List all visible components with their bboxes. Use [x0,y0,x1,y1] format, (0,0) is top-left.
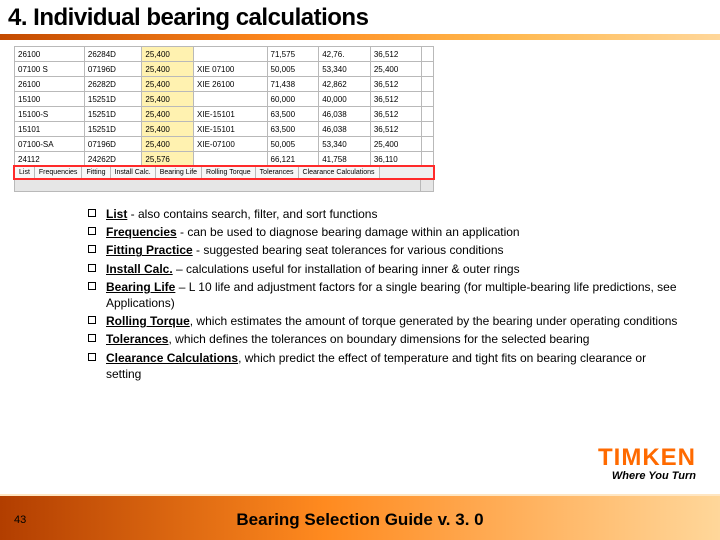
bullet-item: Tolerances, which defines the tolerances… [88,331,680,347]
title-bar: 4. Individual bearing calculations [0,0,720,32]
table-cell [422,62,434,77]
table-cell: 25,400 [370,62,422,77]
title-underline [0,34,720,40]
table-cell: 66,121 [267,152,319,167]
bullet-item: List - also contains search, filter, and… [88,206,680,222]
table-cell: 40,000 [319,92,371,107]
table-cell: 36,110 [370,152,422,167]
table-cell: 26282D [84,77,141,92]
tab[interactable]: Clearance Calculations [299,167,380,178]
table-cell: 26100 [15,77,85,92]
table-cell: 24262D [84,152,141,167]
table-cell: XIE-15101 [194,122,268,137]
table-cell: 26284D [84,47,141,62]
tab[interactable]: Install Calc. [111,167,156,178]
footer-title: Bearing Selection Guide v. 3. 0 [0,510,720,530]
table-cell: 15100-S [15,107,85,122]
table-cell: 15101 [15,122,85,137]
slide-title: 4. Individual bearing calculations [8,4,712,32]
table-cell: 50,005 [267,62,319,77]
table-cell: 36,512 [370,77,422,92]
table-cell [194,92,268,107]
table-cell: 60,000 [267,92,319,107]
table-cell: 25,400 [142,107,194,122]
table-cell [422,77,434,92]
table-cell: 71,575 [267,47,319,62]
table-cell: 25,400 [142,62,194,77]
table-cell: 46,038 [319,107,371,122]
table-cell [422,152,434,167]
scrollbar-stub [14,179,434,192]
bullet-item: Clearance Calculations, which predict th… [88,350,680,382]
brand-tagline: Where You Turn [598,470,696,482]
table-cell [422,107,434,122]
table-cell: 25,400 [142,47,194,62]
bullet-list: List - also contains search, filter, and… [88,206,680,382]
table-cell [422,92,434,107]
bullet-item: Fitting Practice - suggested bearing sea… [88,242,680,258]
tab[interactable]: Fitting [82,167,110,178]
table-cell: 50,005 [267,137,319,152]
table-cell: 25,400 [142,122,194,137]
table-cell: 53,340 [319,137,371,152]
table-cell: XIE 07100 [194,62,268,77]
table-cell: 36,512 [370,107,422,122]
table-cell: 07100-SA [15,137,85,152]
table-cell: 15251D [84,92,141,107]
bullet-item: Bearing Life – L 10 life and adjustment … [88,279,680,311]
table-cell: 24112 [15,152,85,167]
tabs-row: ListFrequenciesFittingInstall Calc.Beari… [14,167,434,179]
table-cell [194,152,268,167]
tab[interactable]: List [15,167,35,178]
table-cell: 53,340 [319,62,371,77]
table-cell: 07196D [84,62,141,77]
table-cell: 36,512 [370,122,422,137]
table-cell: XIE 26100 [194,77,268,92]
tab[interactable]: Frequencies [35,167,83,178]
table-cell: 25,576 [142,152,194,167]
table-cell: 15251D [84,122,141,137]
table-cell: 07100 S [15,62,85,77]
table-cell: XIE-07100 [194,137,268,152]
bullet-item: Frequencies - can be used to diagnose be… [88,224,680,240]
bullet-item: Install Calc. – calculations useful for … [88,261,680,277]
table-cell: 25,400 [142,137,194,152]
table-cell: 42,862 [319,77,371,92]
table-cell: 63,500 [267,122,319,137]
table-cell: 15251D [84,107,141,122]
table-cell: 46,038 [319,122,371,137]
table-cell: 63,500 [267,107,319,122]
bullet-item: Rolling Torque, which estimates the amou… [88,313,680,329]
table-cell: 15100 [15,92,85,107]
bearing-table: 2610026284D25,40071,57542,76.36,51207100… [14,46,434,167]
table-cell: XIE-15101 [194,107,268,122]
table-cell: 41,758 [319,152,371,167]
table-cell: 71,438 [267,77,319,92]
tab[interactable]: Tolerances [256,167,299,178]
table-cell [194,47,268,62]
table-cell: 36,512 [370,92,422,107]
table-cell [422,47,434,62]
table-cell [422,122,434,137]
table-cell: 07196D [84,137,141,152]
app-screenshot: 2610026284D25,40071,57542,76.36,51207100… [14,46,434,192]
table-cell: 25,400 [142,92,194,107]
table-cell [422,137,434,152]
table-cell: 25,400 [370,137,422,152]
table-cell: 42,76. [319,47,371,62]
table-cell: 25,400 [142,77,194,92]
tab[interactable]: Bearing Life [156,167,202,178]
table-cell: 36,512 [370,47,422,62]
brand-logo: TIMKEN [598,444,696,472]
table-cell: 26100 [15,47,85,62]
logo-block: TIMKEN Where You Turn [598,444,696,482]
tab[interactable]: Rolling Torque [202,167,256,178]
